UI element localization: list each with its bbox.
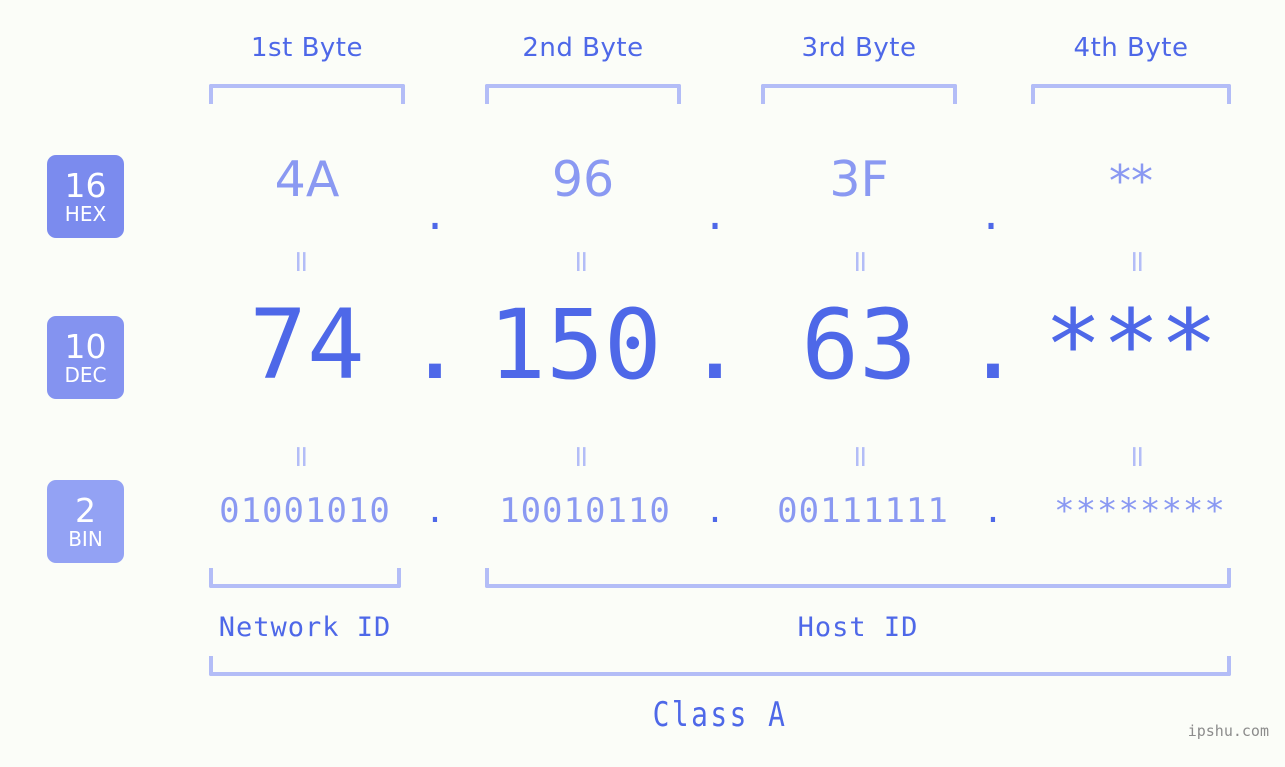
equals-connector-hex-dec-1: = (284, 249, 319, 275)
hex-byte-3-value: 3F (829, 151, 889, 208)
base-badge-dec-number: 10 (64, 327, 107, 366)
byte-bracket-1 (209, 84, 405, 104)
class-label: Class A (652, 695, 788, 735)
byte-header-3: 3rd Byte (761, 33, 957, 63)
base-badge-bin-name: BIN (68, 527, 103, 551)
network-id-label: Network ID (218, 612, 392, 643)
equals-connector-hex-dec-3: = (843, 249, 878, 275)
equals-connector-hex-dec-2: = (564, 249, 599, 275)
base-badge-bin-number: 2 (75, 491, 96, 530)
base-badge-hex: 16 HEX (47, 155, 124, 238)
dec-separator-2: . (686, 289, 744, 401)
byte-header-1-label: 1st Byte (251, 33, 363, 63)
equals-connector-dec-bin-2: = (564, 444, 599, 470)
base-badge-dec-name: DEC (64, 363, 107, 387)
bin-byte-4-value: ******** (1054, 491, 1226, 531)
hex-byte-2-value: 96 (551, 151, 615, 208)
bin-byte-2-value: 10010110 (499, 491, 671, 531)
equals-connector-dec-bin-1: = (284, 444, 319, 470)
byte-header-1: 1st Byte (209, 33, 405, 63)
bin-separator-2: . (704, 491, 726, 531)
equals-connector-dec-bin-3: = (843, 444, 878, 470)
dec-byte-4-value: *** (1044, 289, 1218, 401)
byte-header-2: 2nd Byte (485, 33, 681, 63)
byte-header-4: 4th Byte (1031, 33, 1231, 63)
bin-byte-3-value: 00111111 (777, 491, 949, 531)
byte-header-3-label: 3rd Byte (801, 33, 917, 63)
bin-separator-1: . (424, 491, 446, 531)
dec-byte-2-value: 150 (488, 289, 662, 401)
base-badge-bin: 2 BIN (47, 480, 124, 563)
bin-byte-1-value: 01001010 (219, 491, 391, 531)
byte-bracket-3 (761, 84, 957, 104)
byte-bracket-2 (485, 84, 681, 104)
network-id-bracket (209, 568, 401, 588)
equals-connector-dec-bin-4: = (1120, 444, 1155, 470)
base-badge-dec: 10 DEC (47, 316, 124, 399)
dec-byte-1-value: 74 (249, 289, 365, 401)
hex-separator-3: . (983, 184, 999, 241)
dec-separator-3: . (964, 289, 1022, 401)
class-bracket (209, 656, 1231, 676)
bin-separator-3: . (982, 491, 1004, 531)
site-watermark: ipshu.com (1187, 722, 1269, 740)
host-id-label: Host ID (797, 612, 919, 643)
equals-connector-hex-dec-4: = (1120, 249, 1155, 275)
hex-separator-2: . (707, 184, 723, 241)
dec-separator-1: . (406, 289, 464, 401)
host-id-bracket (485, 568, 1231, 588)
base-badge-hex-name: HEX (64, 202, 107, 226)
byte-header-2-label: 2nd Byte (522, 33, 644, 63)
byte-bracket-4 (1031, 84, 1231, 104)
hex-byte-1-value: 4A (274, 151, 340, 208)
dec-byte-3-value: 63 (801, 289, 917, 401)
ip-address-breakdown-diagram: 1st Byte 2nd Byte 3rd Byte 4th Byte 16 H… (0, 0, 1285, 767)
hex-byte-4-value: ** (1109, 156, 1153, 207)
byte-header-4-label: 4th Byte (1073, 33, 1189, 63)
hex-separator-1: . (427, 184, 443, 241)
base-badge-hex-number: 16 (64, 166, 107, 205)
